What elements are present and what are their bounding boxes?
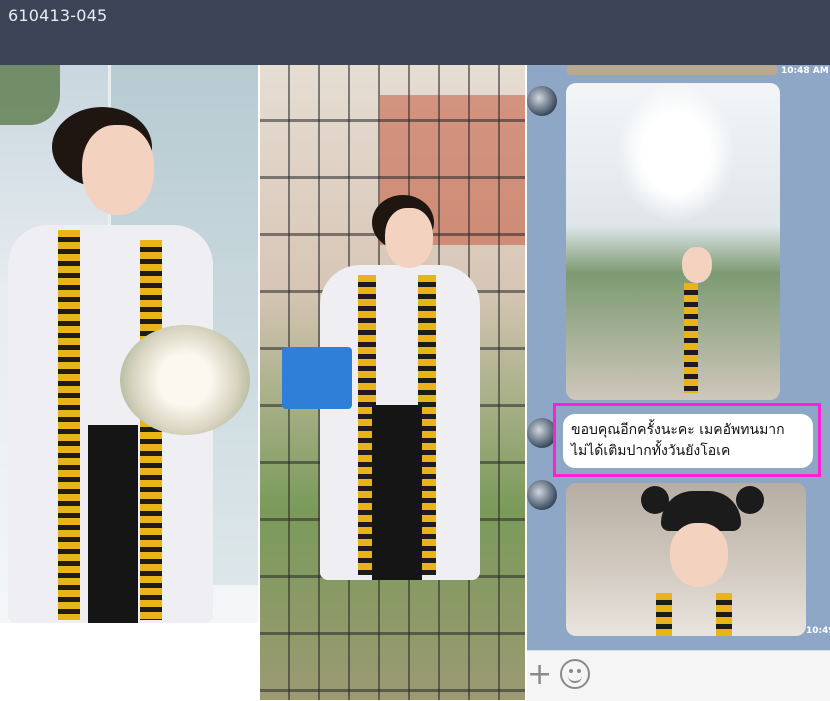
message-timestamp: 10:48 AM <box>781 66 829 76</box>
message-composer: + <box>527 650 830 701</box>
message-line-1: ขอบคุณอีกครั้งนะคะ เมคอัพทนมาก <box>571 422 785 438</box>
chat-image-partial[interactable] <box>566 65 778 75</box>
window-title: 610413-045 <box>8 6 108 25</box>
chat-image-mickey-hat[interactable] <box>566 483 806 636</box>
highlighted-message[interactable]: ขอบคุณอีกครั้งนะคะ เมคอัพทนมาก ไม่ได้เติ… <box>553 403 821 477</box>
emoji-icon[interactable] <box>560 659 590 689</box>
contact-avatar[interactable] <box>527 480 557 510</box>
message-bubble[interactable]: ขอบคุณอีกครั้งนะคะ เมคอัพทนมาก ไม่ได้เติ… <box>563 414 813 468</box>
title-bar: 610413-045 <box>0 0 830 65</box>
graduation-photo-1 <box>0 65 258 623</box>
graduation-photo-2 <box>260 65 525 700</box>
message-line-2: ไม่ได้เติมปากทั้งวันยังโอเค <box>571 443 731 459</box>
message-timestamp: 10:49 <box>806 626 830 636</box>
contact-avatar[interactable] <box>527 86 557 116</box>
plus-icon[interactable]: + <box>527 657 552 693</box>
chat-image-fountain[interactable] <box>566 83 780 400</box>
